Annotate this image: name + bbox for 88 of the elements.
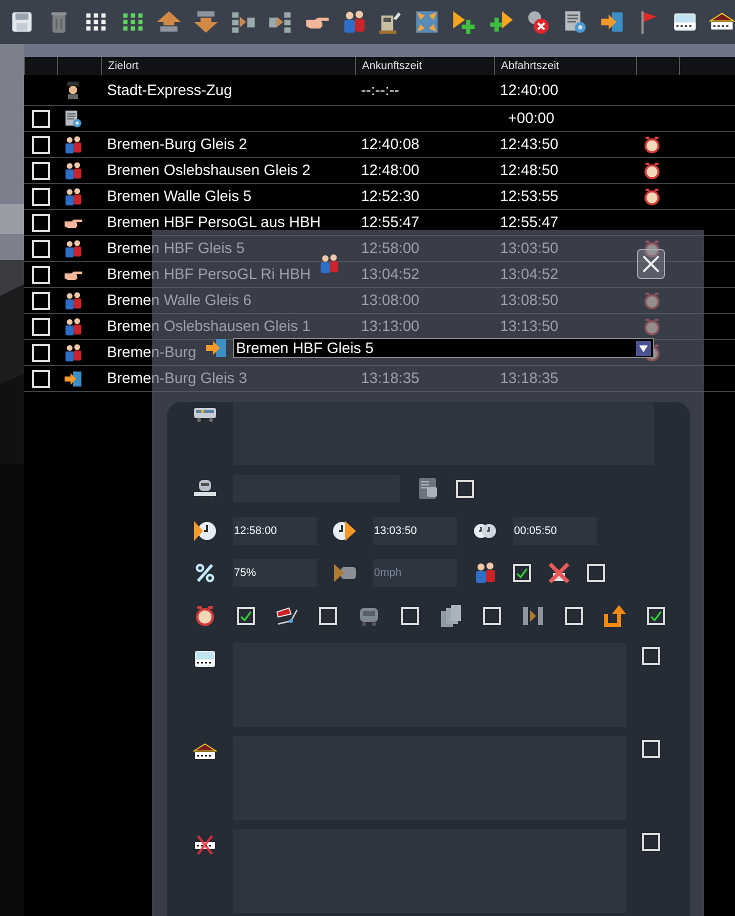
- close-button[interactable]: [637, 249, 665, 279]
- table-cell: Bremen HBF Gleis 5: [107, 240, 245, 257]
- people-icon: [63, 134, 83, 154]
- destination-dropdown[interactable]: Bremen HBF Gleis 5: [233, 338, 654, 358]
- checkbox[interactable]: [319, 606, 337, 624]
- down-arrow-icon[interactable]: [193, 9, 220, 35]
- table-cell: 12:55:47: [361, 214, 420, 231]
- table-cell: 13:13:50: [500, 318, 558, 335]
- compress-arrows-icon[interactable]: [414, 9, 440, 35]
- enter-arrow-icon: [63, 368, 83, 388]
- table-cell: 13:08:00: [361, 292, 420, 309]
- table-cell: Stadt-Express-Zug: [107, 82, 232, 98]
- column-header[interactable]: Zielort: [101, 57, 355, 75]
- checkbox[interactable]: [32, 266, 50, 284]
- train-document-icon: [416, 476, 440, 500]
- checkbox[interactable]: [32, 136, 50, 154]
- percent-icon: [193, 561, 217, 585]
- table-cell: Bremen-Burg Gleis 2: [107, 136, 248, 153]
- checkbox[interactable]: [32, 344, 50, 362]
- time-field[interactable]: 00:05:50: [513, 517, 597, 545]
- checkbox[interactable]: [32, 292, 50, 310]
- people-icon: [63, 342, 83, 362]
- table-cell: Bremen Walle Gleis 6: [107, 292, 252, 309]
- table-cell: 13:18:35: [361, 370, 420, 387]
- table-cell: 12:55:47: [500, 214, 558, 231]
- people-icon: [63, 186, 83, 206]
- checkbox[interactable]: [237, 606, 255, 624]
- checkbox[interactable]: [32, 188, 50, 206]
- table-cell: 13:04:52: [361, 266, 420, 283]
- table-cell: 13:03:50: [500, 240, 558, 257]
- checkbox[interactable]: [642, 833, 660, 851]
- play-plus-icon[interactable]: [451, 9, 477, 35]
- table-cell: Bremen Oslebshausen Gleis 1: [107, 318, 310, 335]
- checkbox[interactable]: [32, 162, 50, 180]
- table-cell: 12:53:55: [500, 188, 558, 205]
- checkbox[interactable]: [642, 740, 660, 758]
- table-cell: Bremen Oslebshausen Gleis 2: [107, 162, 310, 179]
- table-cell: Bremen Walle Gleis 5: [107, 188, 252, 205]
- enter-arrow-icon: [204, 336, 228, 360]
- table-cell: 13:04:52: [500, 266, 558, 283]
- table-cell: --:--:--: [361, 82, 400, 98]
- people-icon: [63, 316, 83, 336]
- table-cell: 13:08:50: [500, 292, 558, 309]
- pages-icon: [439, 604, 463, 628]
- table-cell: Bremen-Burg: [107, 344, 196, 361]
- checkbox[interactable]: [642, 647, 660, 665]
- table-cell: Bremen HBF PersoGL Ri HBH: [107, 266, 311, 283]
- people-icon: [63, 238, 83, 258]
- column-header[interactable]: Abfahrtszeit: [494, 57, 636, 75]
- turn-arrow-icon: [603, 604, 627, 628]
- people-icon: [63, 290, 83, 310]
- checkbox[interactable]: [647, 606, 665, 624]
- time-field[interactable]: 13:03:50: [373, 517, 457, 545]
- table-cell: 12:40:00: [500, 82, 558, 98]
- table-cell: 12:40:08: [361, 136, 420, 153]
- checkbox[interactable]: [483, 606, 501, 624]
- checkbox[interactable]: [565, 606, 583, 624]
- departure-clock-icon: [333, 519, 357, 543]
- table-cell: Bremen-Burg Gleis 3: [107, 370, 248, 387]
- table-cell: 13:13:00: [361, 318, 420, 335]
- settings-document-icon: [63, 108, 83, 128]
- table-cell: +00:00: [508, 110, 554, 127]
- checkbox[interactable]: [32, 240, 50, 258]
- table-cell: Bremen HBF PersoGL aus HBH: [107, 214, 321, 231]
- checkbox[interactable]: [32, 110, 50, 128]
- cancel-icon: [547, 561, 571, 585]
- no-platform-icon: [193, 833, 217, 857]
- table-cell: 12:52:30: [361, 188, 420, 205]
- table-cell: 13:18:35: [500, 370, 558, 387]
- checkbox[interactable]: [32, 318, 50, 336]
- people-icon: [63, 160, 83, 180]
- table-cell: 12:48:00: [361, 162, 420, 179]
- table-cell: 12:58:00: [361, 240, 420, 257]
- time-field[interactable]: 12:58:00: [233, 517, 317, 545]
- column-header[interactable]: Ankunftszeit: [355, 57, 494, 75]
- table-cell: 12:43:50: [500, 136, 558, 153]
- checkbox[interactable]: [32, 214, 50, 232]
- checkbox[interactable]: [513, 564, 531, 582]
- checkbox[interactable]: [32, 370, 50, 388]
- people-icon: [473, 561, 497, 585]
- table-cell: 12:48:50: [500, 162, 558, 179]
- input-field[interactable]: 75%: [233, 559, 317, 587]
- checkbox[interactable]: [401, 606, 419, 624]
- checkbox[interactable]: [456, 480, 474, 498]
- checkbox[interactable]: [587, 564, 605, 582]
- arrival-clock-icon: [193, 519, 217, 543]
- alarm-clock-icon: [193, 604, 217, 628]
- speed-sign-icon: [333, 561, 357, 585]
